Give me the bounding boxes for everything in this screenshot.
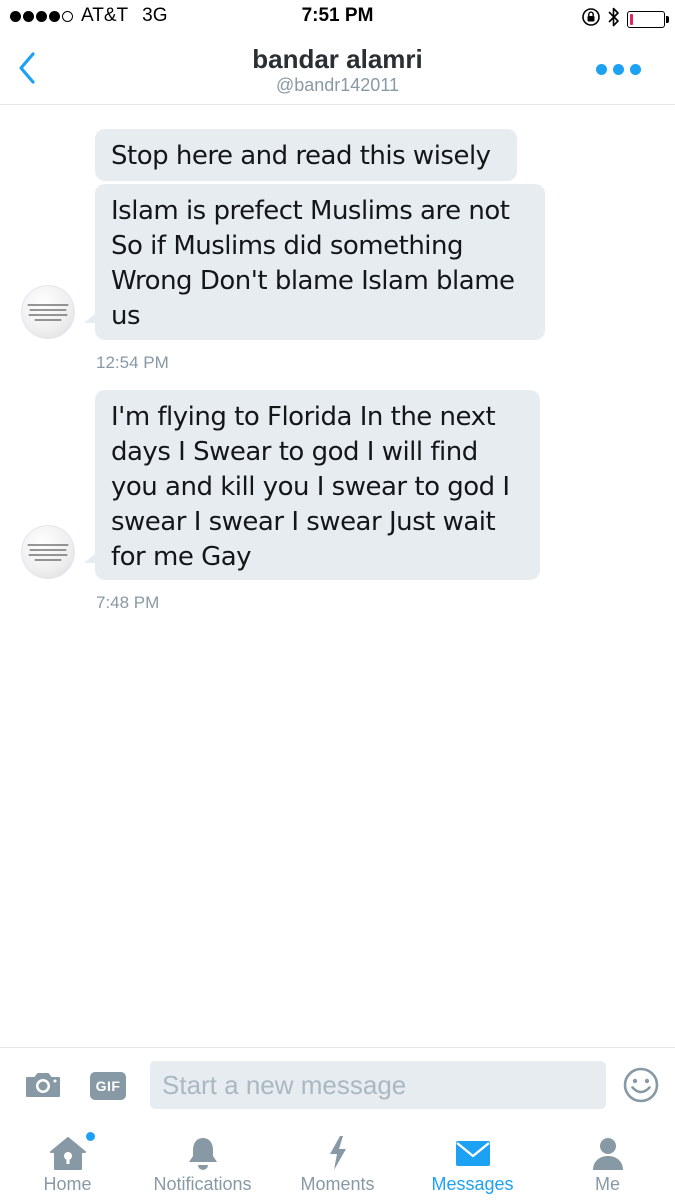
message-list[interactable]: Stop here and read this wisely Islam is …: [0, 106, 675, 1046]
tab-home[interactable]: Home: [0, 1123, 135, 1200]
home-icon: [0, 1133, 135, 1173]
camera-button[interactable]: [24, 1070, 62, 1105]
status-bar: AT&T 3G 7:51 PM: [0, 0, 675, 34]
message-text: Stop here and read this wisely: [111, 141, 491, 171]
more-dot: [630, 64, 641, 75]
tab-label: Notifications: [153, 1174, 252, 1194]
emoji-button[interactable]: [622, 1066, 660, 1109]
message-bubble[interactable]: Islam is prefect Muslims are not So if M…: [95, 184, 545, 340]
tab-notifications[interactable]: Notifications: [135, 1123, 270, 1200]
tab-moments[interactable]: Moments: [270, 1123, 405, 1200]
tab-me[interactable]: Me: [540, 1123, 675, 1200]
bubble-tail: [84, 313, 96, 323]
more-button[interactable]: [596, 64, 641, 75]
tab-label: Messages: [431, 1174, 514, 1194]
avatar[interactable]: [21, 285, 75, 339]
envelope-icon: [405, 1133, 540, 1173]
tab-label: Moments: [300, 1174, 375, 1194]
tab-label: Home: [43, 1174, 92, 1194]
camera-icon: [26, 1073, 60, 1097]
status-right: [581, 6, 669, 33]
battery-level: [630, 14, 634, 25]
avatar-image: [27, 544, 69, 561]
conversation-handle: @bandr142011: [275, 75, 400, 95]
message-input[interactable]: [150, 1061, 606, 1109]
avatar[interactable]: [21, 525, 75, 579]
message-text: Islam is prefect Muslims are not So if M…: [111, 196, 515, 331]
smiley-icon: [623, 1067, 659, 1103]
avatar-image: [27, 304, 69, 321]
message-bubble[interactable]: Stop here and read this wisely: [95, 129, 517, 181]
battery-icon: [627, 11, 669, 28]
bluetooth-icon: [607, 6, 621, 33]
tab-label: Me: [594, 1174, 620, 1194]
new-content-dot: [86, 1132, 95, 1141]
conversation-header: bandar alamri @bandr142011: [0, 34, 675, 105]
person-icon: [540, 1133, 675, 1173]
status-time: 7:51 PM: [301, 5, 374, 26]
message-bubble[interactable]: I'm flying to Florida In the next days I…: [95, 390, 540, 580]
message-text: I'm flying to Florida In the next days I…: [111, 402, 510, 572]
message-timestamp: 12:54 PM: [96, 353, 169, 372]
conversation-title[interactable]: bandar alamri: [0, 44, 675, 75]
gif-button[interactable]: GIF: [90, 1072, 126, 1100]
message-timestamp: 7:48 PM: [96, 593, 160, 612]
message-composer: GIF: [0, 1047, 675, 1123]
lightning-icon: [270, 1133, 405, 1173]
rotation-lock-icon: [581, 7, 601, 32]
bell-icon: [135, 1133, 270, 1173]
more-dot: [613, 64, 624, 75]
tab-bar: Home Notifications Moments Messages Me: [0, 1123, 675, 1200]
tab-messages[interactable]: Messages: [405, 1123, 540, 1200]
more-dot: [596, 64, 607, 75]
bubble-tail: [84, 553, 96, 563]
